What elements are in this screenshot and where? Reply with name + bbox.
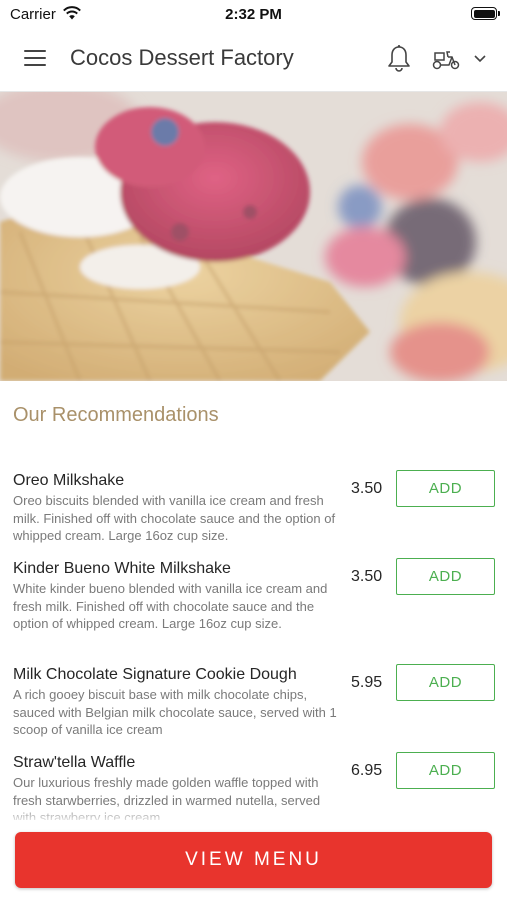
add-button[interactable]: ADD [396,558,495,595]
add-button[interactable]: ADD [396,470,495,507]
battery-icon [471,7,500,20]
add-button[interactable]: ADD [396,664,495,701]
scooter-icon[interactable] [431,47,461,71]
item-name: Milk Chocolate Signature Cookie Dough [13,666,297,683]
add-button[interactable]: ADD [396,752,495,789]
item-description: White kinder bueno blended with vanilla … [13,581,328,632]
page-title: Cocos Dessert Factory [70,45,294,70]
item-price: 5.95 [351,674,383,691]
item-name: Kinder Bueno White Milkshake [13,560,231,577]
hamburger-menu-icon[interactable] [24,50,46,68]
item-name: Straw'tella Waffle [13,754,136,771]
item-price: 6.95 [351,762,383,779]
hero-image [0,92,507,381]
clock: 2:32 PM [225,6,282,23]
section-title-recommendations: Our Recommendations [13,404,219,426]
status-bar: Carrier 2:32 PM [0,0,507,28]
item-name: Oreo Milkshake [13,472,125,489]
item-price: 3.50 [351,480,383,497]
item-price: 3.50 [351,568,383,585]
app-header: Cocos Dessert Factory [0,28,507,92]
item-description: Oreo biscuits blended with vanilla ice c… [13,493,336,544]
bell-icon[interactable] [386,44,412,74]
view-menu-button[interactable]: VIEW MENU [15,832,492,888]
item-description: A rich gooey biscuit base with milk choc… [13,687,337,738]
chevron-down-icon[interactable] [473,54,487,64]
